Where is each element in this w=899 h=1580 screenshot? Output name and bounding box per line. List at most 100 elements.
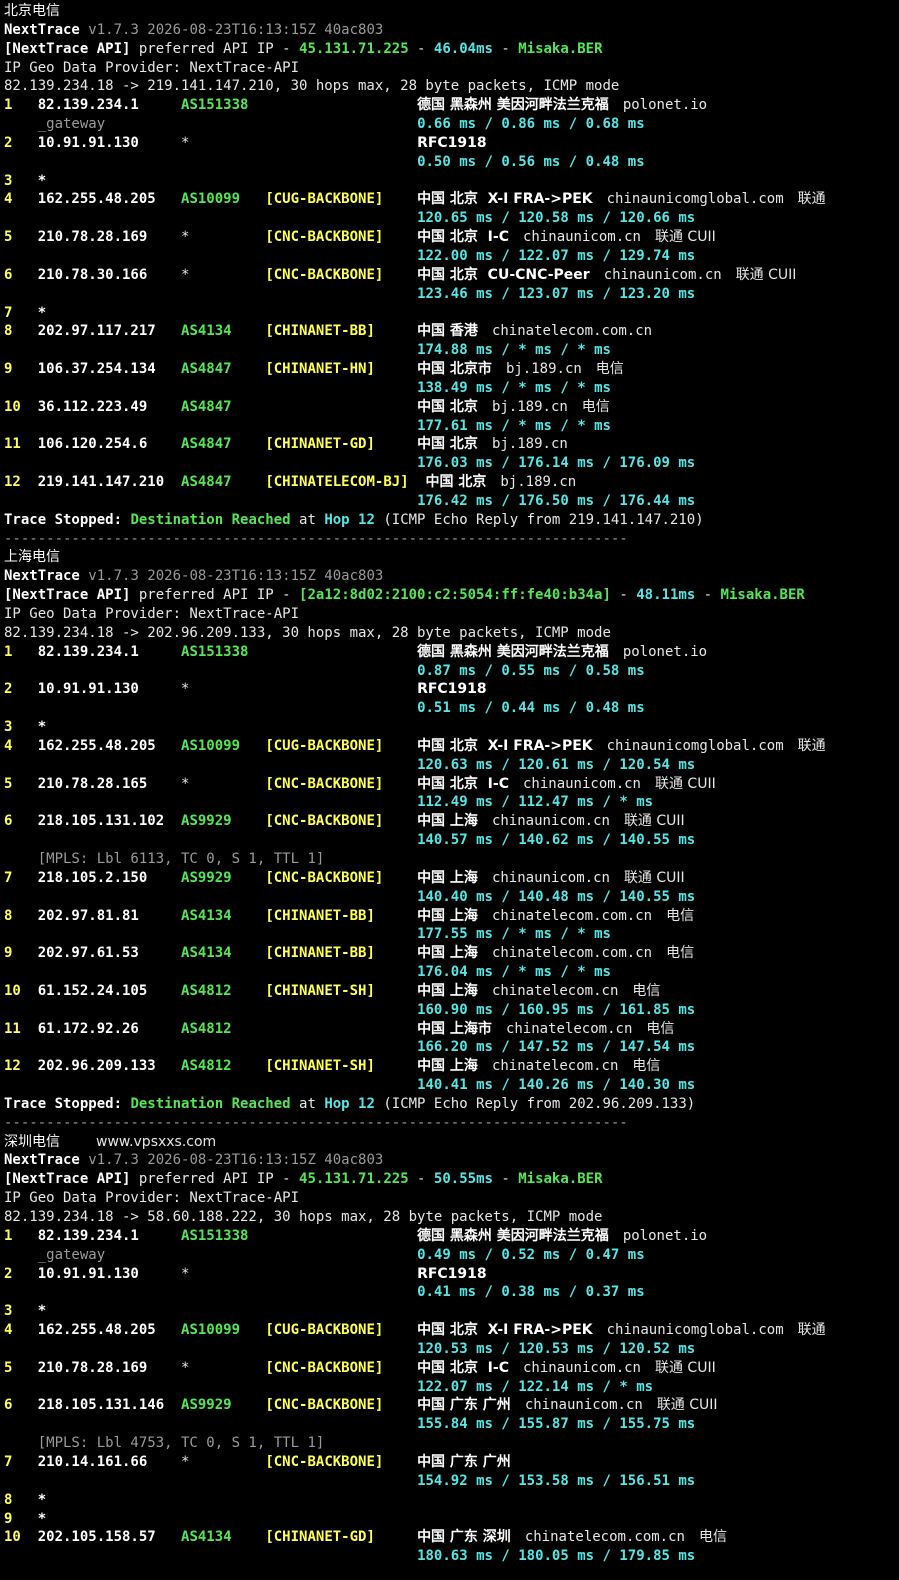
separator-line: ----------------------------------------…	[4, 1114, 897, 1133]
hop-number: 9	[4, 1510, 13, 1527]
hop-latency: 166.20 ms / 147.52 ms / 147.54 ms	[417, 1039, 696, 1056]
hop-domain: bj.189.cn	[500, 474, 577, 491]
hop-latency: 140.40 ms / 140.48 ms / 140.55 ms	[417, 888, 696, 905]
hop-asn: AS151338	[181, 97, 249, 114]
version-line: NextTrace v1.7.3 2026-08-23T16:13:15Z 40a…	[4, 567, 897, 586]
hop-asn: AS4812	[181, 1020, 232, 1037]
hop-ip: *	[37, 719, 47, 736]
route-line: 82.139.234.18 -> 219.141.147.210, 30 hop…	[4, 77, 897, 96]
hop-asn: AS4812	[181, 1058, 232, 1075]
hop-number: 2	[4, 134, 13, 151]
hop-asn: AS4812	[181, 982, 232, 999]
hop-row: 8 202.97.117.217 AS4134 [CHINANET-BB] 中国 香港 c…	[4, 322, 897, 341]
hop-number: 1	[4, 97, 13, 114]
api-tag: [NextTrace API]	[4, 40, 131, 57]
hop-backbone-tag: [CHINANET-BB]	[265, 945, 375, 962]
hop-number: 10	[4, 1529, 21, 1546]
hop-row: 1 82.139.234.1 AS151338 德国 黑森州 美因河畔法兰克福 polo…	[4, 643, 897, 662]
app-name: NextTrace	[4, 21, 80, 38]
hop-latency: 176.03 ms / 176.14 ms / 176.09 ms	[417, 455, 696, 472]
hop-number: 7	[4, 304, 13, 321]
hop-row: 9 106.37.254.134 AS4847 [CHINANET-HN] 中国 北京市…	[4, 360, 897, 379]
hop-times-row: 176.04 ms / * ms / * ms	[4, 963, 897, 982]
hop-row: 12 219.141.147.210 AS4847 [CHINATELECOM-BJ]…	[4, 473, 897, 492]
hop-domain: chinaunicom.cn	[491, 869, 610, 886]
hop-backbone-tag: [CHINANET-GD]	[265, 436, 375, 453]
hop-times-row: _gateway 0.66 ms / 0.86 ms / 0.68 ms	[4, 115, 897, 134]
hop-number: 6	[4, 813, 13, 830]
hop-geo: 中国 北京 X-I FRA->PEK	[417, 191, 593, 208]
route-text: 82.139.234.18 -> 58.60.188.222, 30 hops …	[4, 1209, 603, 1225]
hop-latency: 176.42 ms / 176.50 ms / 176.44 ms	[417, 492, 696, 509]
hop-geo: 中国 上海	[417, 982, 478, 999]
hop-row: 10 61.152.24.105 AS4812 [CHINANET-SH] 中国 上海 c…	[4, 982, 897, 1001]
hop-ip: 202.97.61.53	[37, 945, 139, 962]
hop-number: 11	[4, 1020, 21, 1037]
hop-latency: 155.84 ms / 155.87 ms / 155.75 ms	[417, 1416, 696, 1433]
hop-row: 6 218.105.131.102 AS9929 [CNC-BACKBONE] 中国 上…	[4, 812, 897, 831]
api-sep2: -	[695, 587, 721, 604]
hop-hostname: _gateway	[37, 116, 106, 133]
api-mid: preferred API IP -	[130, 40, 300, 57]
hop-ip: 162.255.48.205	[37, 737, 156, 754]
hop-row: 3 *	[4, 718, 897, 737]
hop-geo: 中国 北京 X-I FRA->PEK	[417, 737, 593, 754]
hop-row: 2 10.91.91.130 * RFC1918	[4, 680, 897, 699]
hop-domain: chinatelecom.cn	[491, 1058, 619, 1075]
hop-latency: 0.41 ms / 0.38 ms / 0.37 ms	[417, 1284, 645, 1301]
hop-number: 11	[4, 436, 21, 453]
api-node: Misaka.BER	[518, 1171, 603, 1188]
block-title: 北京电信	[4, 3, 60, 19]
hop-number: 3	[4, 1303, 13, 1320]
hop-ip: 82.139.234.1	[37, 97, 139, 114]
hop-number: 4	[4, 191, 13, 208]
hop-times-row: 166.20 ms / 147.52 ms / 147.54 ms	[4, 1038, 897, 1057]
hop-domain: bj.189.cn	[505, 361, 582, 378]
hop-number: 5	[4, 229, 13, 246]
hop-latency: 174.88 ms / * ms / * ms	[417, 342, 611, 359]
hop-latency: 123.46 ms / 123.07 ms / 123.20 ms	[417, 285, 696, 302]
api-ip: 45.131.71.225	[299, 1171, 409, 1188]
hop-backbone-tag: [CNC-BACKBONE]	[265, 1453, 384, 1470]
trace-stopped-line: Trace Stopped: Destination Reached at Hop 1…	[4, 1095, 897, 1114]
route-line: 82.139.234.18 -> 202.96.209.133, 30 hops…	[4, 624, 897, 643]
hop-geo: 德国 黑森州 美因河畔法兰克福	[417, 97, 609, 114]
api-sep1: -	[408, 1171, 434, 1188]
hop-backbone-tag: [CUG-BACKBONE]	[265, 1322, 384, 1339]
hop-backbone-tag: [CNC-BACKBONE]	[265, 813, 384, 830]
hop-times-row: 120.65 ms / 120.58 ms / 120.66 ms	[4, 209, 897, 228]
hop-asn: AS9929	[181, 813, 232, 830]
app-name: NextTrace	[4, 568, 80, 585]
api-sep2: -	[492, 40, 519, 57]
hop-row: 5 210.78.28.165 * [CNC-BACKBONE] 中国 北京 I-C ch…	[4, 775, 897, 794]
hop-geo: 中国 北京 CU-CNC-Peer	[417, 266, 590, 283]
hop-times-row: 140.41 ms / 140.26 ms / 140.30 ms	[4, 1076, 897, 1095]
hop-geo: 中国 香港	[417, 323, 478, 340]
api-latency: 50.55ms	[433, 1171, 493, 1188]
hop-isp: 联通 CUII	[654, 1359, 716, 1376]
hop-isp: 联通	[797, 1322, 826, 1339]
api-line: [NextTrace API] preferred API IP - [2a12…	[4, 586, 897, 605]
hop-ip: 61.172.92.26	[37, 1020, 139, 1037]
route-text: 82.139.234.18 -> 219.141.147.210, 30 hop…	[4, 78, 620, 95]
hop-times-row: 122.00 ms / 122.07 ms / 129.74 ms	[4, 247, 897, 266]
hop-row: 4 162.255.48.205 AS10099 [CUG-BACKBONE] 中国 北…	[4, 737, 897, 756]
hop-number: 2	[4, 1265, 13, 1282]
provider-text: IP Geo Data Provider: NextTrace-API	[4, 1190, 300, 1207]
hop-row: 8 202.97.81.81 AS4134 [CHINANET-BB] 中国 上海 chi…	[4, 907, 897, 926]
hop-ip: 202.96.209.133	[37, 1058, 156, 1075]
hop-backbone-tag: [CHINANET-SH]	[265, 1058, 375, 1075]
hop-ip: 210.78.28.165	[37, 775, 148, 792]
hop-number: 5	[4, 775, 13, 792]
hop-isp: 联通 CUII	[654, 775, 716, 792]
hop-domain: chinatelecom.com.cn	[491, 907, 653, 924]
block-title-line: 北京电信	[4, 2, 897, 21]
stop-status: Destination Reached	[130, 1095, 291, 1112]
hop-asn: AS151338	[181, 1227, 249, 1244]
hop-row: 7 218.105.2.150 AS9929 [CNC-BACKBONE] 中国 上海 c…	[4, 869, 897, 888]
hop-domain: chinaunicomglobal.com	[606, 191, 784, 208]
hop-row: 3 *	[4, 1302, 897, 1321]
hop-domain: chinatelecom.cn	[491, 982, 619, 999]
hop-row: 6 210.78.30.166 * [CNC-BACKBONE] 中国 北京 CU-CN…	[4, 266, 897, 285]
hop-number: 10	[4, 982, 21, 999]
